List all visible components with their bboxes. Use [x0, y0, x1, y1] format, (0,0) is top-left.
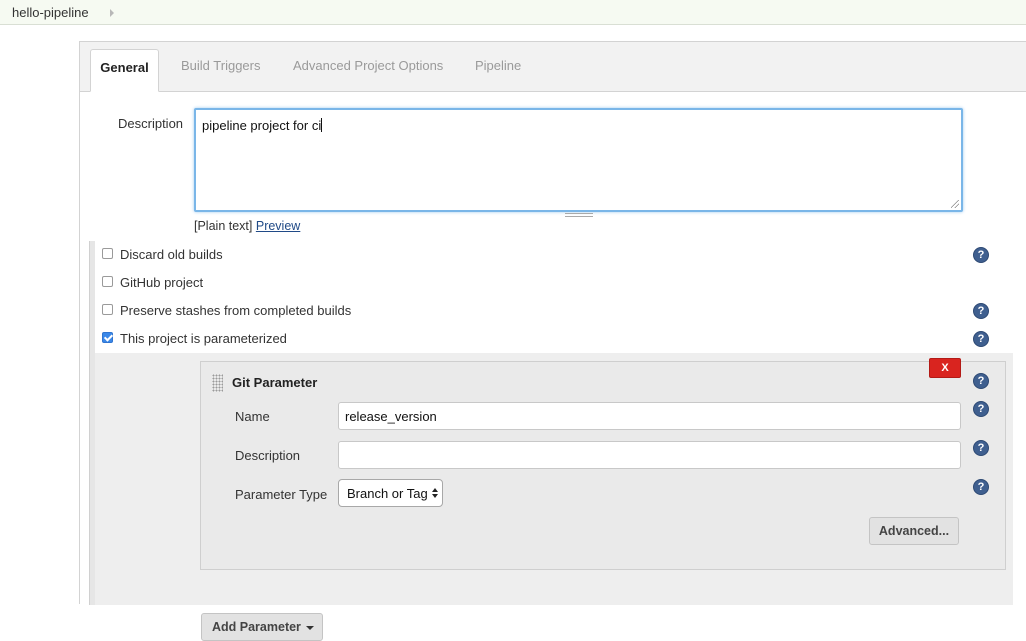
- drag-handle-icon[interactable]: [212, 374, 223, 392]
- option-label: GitHub project: [120, 275, 204, 290]
- help-icon[interactable]: ?: [973, 401, 989, 417]
- param-description-label: Description: [235, 448, 301, 463]
- tab-build-triggers[interactable]: Build Triggers: [181, 58, 260, 73]
- checkbox-checked[interactable]: [102, 332, 113, 343]
- option-label: Preserve stashes from completed builds: [120, 303, 352, 318]
- format-type: [Plain text]: [194, 219, 253, 233]
- tab-advanced-project-options[interactable]: Advanced Project Options: [293, 58, 443, 73]
- parameters-area: Git Parameter X Name Description Paramet…: [95, 353, 1013, 641]
- preview-link[interactable]: Preview: [256, 219, 300, 233]
- breadcrumb-project-link[interactable]: hello-pipeline: [12, 5, 89, 20]
- breadcrumb-arrow-icon[interactable]: [110, 9, 114, 17]
- description-label: Description: [118, 116, 184, 131]
- add-parameter-label: Add Parameter: [212, 620, 301, 634]
- option-label: This project is parameterized: [120, 331, 287, 346]
- description-textarea[interactable]: pipeline project for ci: [194, 108, 963, 212]
- git-parameter-title: Git Parameter: [232, 375, 318, 390]
- checkbox[interactable]: [102, 304, 113, 315]
- help-icon[interactable]: ?: [973, 479, 989, 495]
- select-arrows-icon: [432, 488, 438, 500]
- parameter-type-value: Branch or Tag: [347, 486, 428, 501]
- description-text: pipeline project for ci: [202, 118, 322, 133]
- parameter-type-select[interactable]: Branch or Tag: [338, 479, 443, 507]
- checkbox[interactable]: [102, 248, 113, 259]
- param-description-input[interactable]: [338, 441, 961, 469]
- tab-pipeline[interactable]: Pipeline: [475, 58, 521, 73]
- tab-general[interactable]: General: [90, 49, 159, 92]
- chevron-down-icon: [306, 626, 314, 630]
- help-icon[interactable]: ?: [973, 440, 989, 456]
- name-input[interactable]: [338, 402, 961, 430]
- resize-handle-icon[interactable]: [951, 200, 959, 208]
- delete-parameter-button[interactable]: X: [929, 358, 961, 378]
- config-panel: General Build Triggers Advanced Project …: [79, 41, 1026, 641]
- help-icon[interactable]: ?: [973, 303, 989, 319]
- help-icon[interactable]: ?: [973, 373, 989, 389]
- option-label: Discard old builds: [120, 247, 223, 262]
- format-hint: [Plain text] Preview: [194, 219, 300, 233]
- add-parameter-button[interactable]: Add Parameter: [201, 613, 323, 641]
- parameter-type-label: Parameter Type: [235, 487, 328, 502]
- help-icon[interactable]: ?: [973, 331, 989, 347]
- tab-bar: General Build Triggers Advanced Project …: [80, 42, 1026, 92]
- checkbox[interactable]: [102, 276, 113, 287]
- textarea-grip-icon[interactable]: [565, 213, 593, 217]
- advanced-button[interactable]: Advanced...: [869, 517, 959, 545]
- git-parameter-block: Git Parameter X Name Description Paramet…: [200, 358, 1006, 570]
- name-label: Name: [235, 409, 270, 424]
- text-cursor: [321, 118, 323, 132]
- breadcrumb: hello-pipeline: [0, 0, 1026, 25]
- help-icon[interactable]: ?: [973, 247, 989, 263]
